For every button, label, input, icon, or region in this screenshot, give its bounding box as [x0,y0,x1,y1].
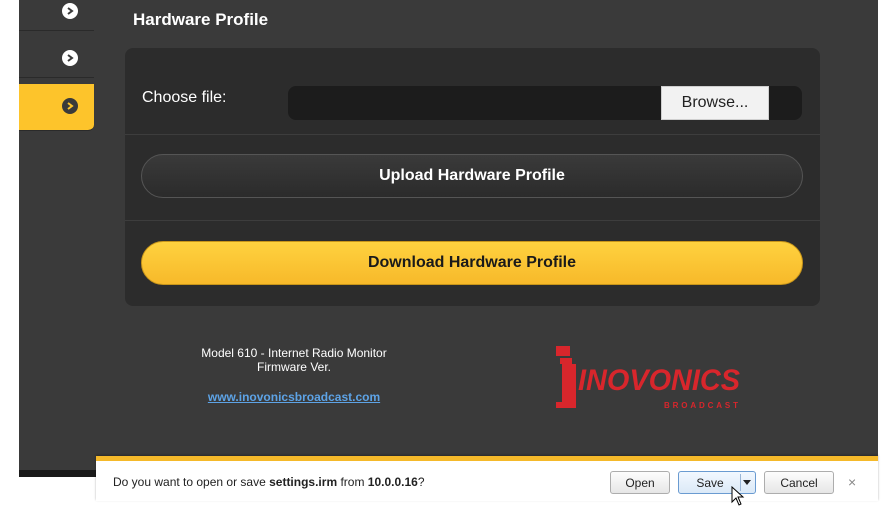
sidebar-item-1[interactable] [19,0,94,31]
app-window: Hardware Profile Choose file: Browse... … [19,0,878,470]
svg-text:BROADCAST: BROADCAST [664,401,738,410]
choose-file-label: Choose file: [142,89,227,106]
firmware-text: Firmware Ver. [256,360,331,374]
download-filename: settings.irm [269,475,338,489]
download-notification-bar: Do you want to open or save settings.irm… [96,456,878,501]
model-text: Model 610 - Internet Radio Monitor [201,346,387,360]
sidebar-item-3-active[interactable] [19,84,94,131]
footer-info: Model 610 - Internet Radio Monitor Firmw… [174,346,414,374]
divider [125,220,820,221]
chevron-right-icon [62,50,78,66]
sidebar-item-2[interactable] [19,39,94,78]
page-title: Hardware Profile [133,10,269,29]
chevron-right-icon [62,3,78,19]
website-link[interactable]: www.inovonicsbroadcast.com [174,390,414,404]
close-icon[interactable]: × [848,474,856,490]
chevron-right-icon [62,98,78,114]
mouse-cursor-icon [731,485,745,511]
inovonics-logo: INOVONICS BROADCAST [552,346,742,414]
browse-button[interactable]: Browse... [661,86,769,120]
divider [125,134,820,135]
open-button[interactable]: Open [610,471,670,494]
cancel-button[interactable]: Cancel [764,471,834,494]
download-hardware-profile-button[interactable]: Download Hardware Profile [141,241,803,285]
hardware-profile-panel: Choose file: Browse... Upload Hardware P… [125,48,820,306]
download-message: Do you want to open or save settings.irm… [113,475,425,489]
download-host: 10.0.0.16 [367,475,418,489]
upload-hardware-profile-button[interactable]: Upload Hardware Profile [141,154,803,198]
dropdown-arrow-icon[interactable] [743,480,751,485]
sidebar [19,0,94,131]
svg-text:INOVONICS: INOVONICS [578,364,740,397]
